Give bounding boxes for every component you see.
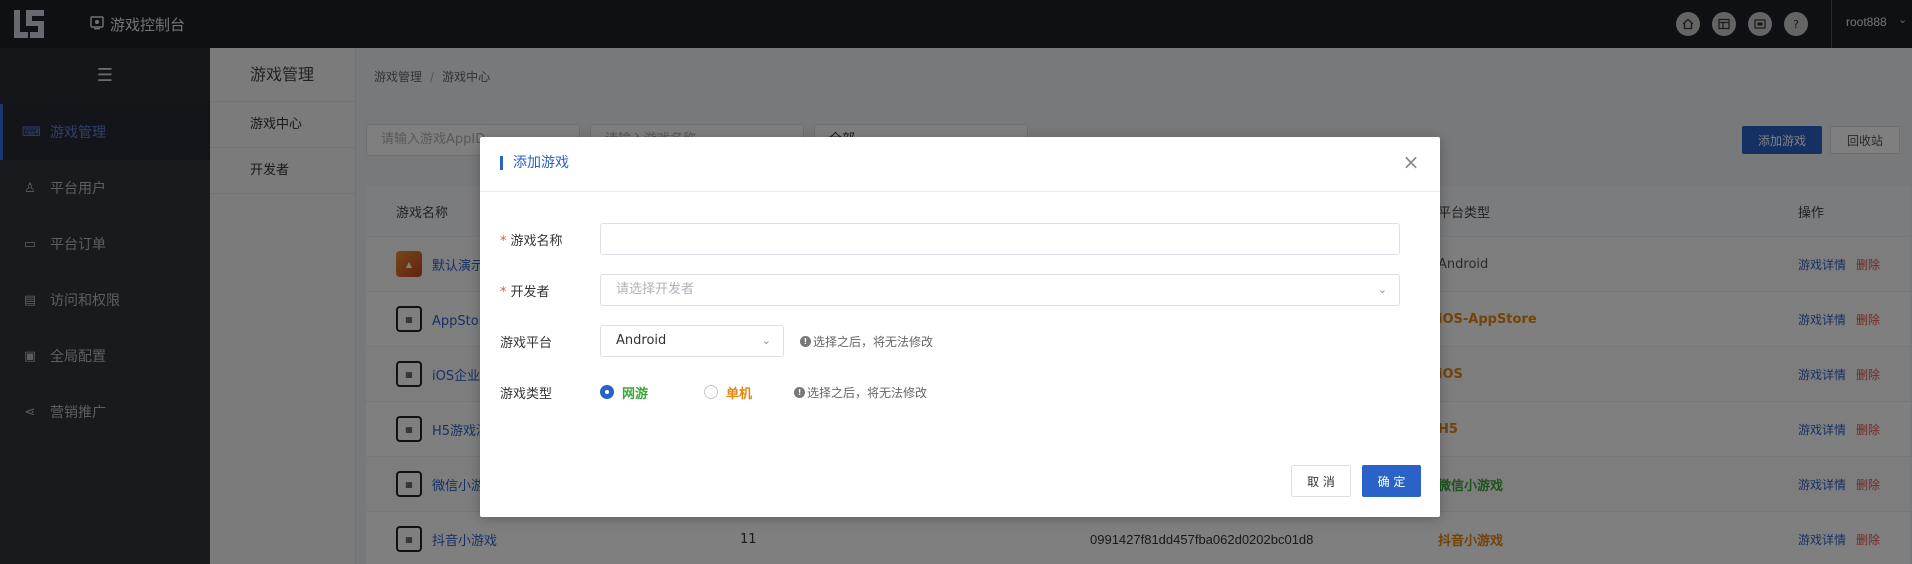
chevron-down-icon: ⌄ <box>1377 283 1387 296</box>
developer-select-placeholder: 请选择开发者 <box>616 282 695 297</box>
form-row-type: 游戏类型 网游 单机 ! 选择之后，将无法修改 <box>500 376 927 408</box>
field-label: 游戏类型 <box>500 386 553 402</box>
developer-select[interactable]: 请选择开发者 ⌄ <box>600 274 1400 306</box>
cancel-button[interactable]: 取 消 <box>1291 465 1351 497</box>
info-icon: ! <box>800 335 811 347</box>
form-row-developer: * 开发者 请选择开发者 ⌄ <box>500 274 1400 306</box>
game-name-input[interactable] <box>600 223 1400 255</box>
dialog-header: 添加游戏 × <box>480 137 1440 192</box>
add-game-dialog: 添加游戏 × * 游戏名称 * 开发者 请选择开发者 ⌄ 游戏平台 Android … <box>480 137 1440 517</box>
field-label: 开发者 <box>510 284 550 300</box>
platform-select[interactable]: Android ⌄ <box>600 325 784 357</box>
type-online-radio[interactable]: 网游 <box>600 383 648 402</box>
radio-checked-icon <box>600 385 614 399</box>
close-icon[interactable]: × <box>1400 151 1422 173</box>
chevron-down-icon: ⌄ <box>761 334 771 347</box>
hint-text: 选择之后，将无法修改 <box>813 334 934 349</box>
required-mark: * <box>500 284 507 300</box>
radio-label: 单机 <box>726 386 753 402</box>
hint-text: 选择之后，将无法修改 <box>807 385 928 400</box>
radio-unchecked-icon <box>704 385 719 399</box>
field-label: 游戏平台 <box>500 335 553 351</box>
type-single-radio[interactable]: 单机 <box>704 383 752 402</box>
type-hint: ! 选择之后，将无法修改 <box>794 384 927 401</box>
platform-hint: ! 选择之后，将无法修改 <box>800 333 933 350</box>
radio-label: 网游 <box>622 386 649 402</box>
form-row-platform: 游戏平台 Android ⌄ ! 选择之后，将无法修改 <box>500 325 933 357</box>
confirm-button[interactable]: 确 定 <box>1362 465 1421 497</box>
info-icon: ! <box>794 386 806 398</box>
dialog-title: 添加游戏 <box>500 156 569 170</box>
required-mark: * <box>500 233 507 249</box>
field-label: 游戏名称 <box>510 233 563 249</box>
form-row-name: * 游戏名称 <box>500 223 1400 255</box>
platform-select-value: Android <box>616 333 667 348</box>
